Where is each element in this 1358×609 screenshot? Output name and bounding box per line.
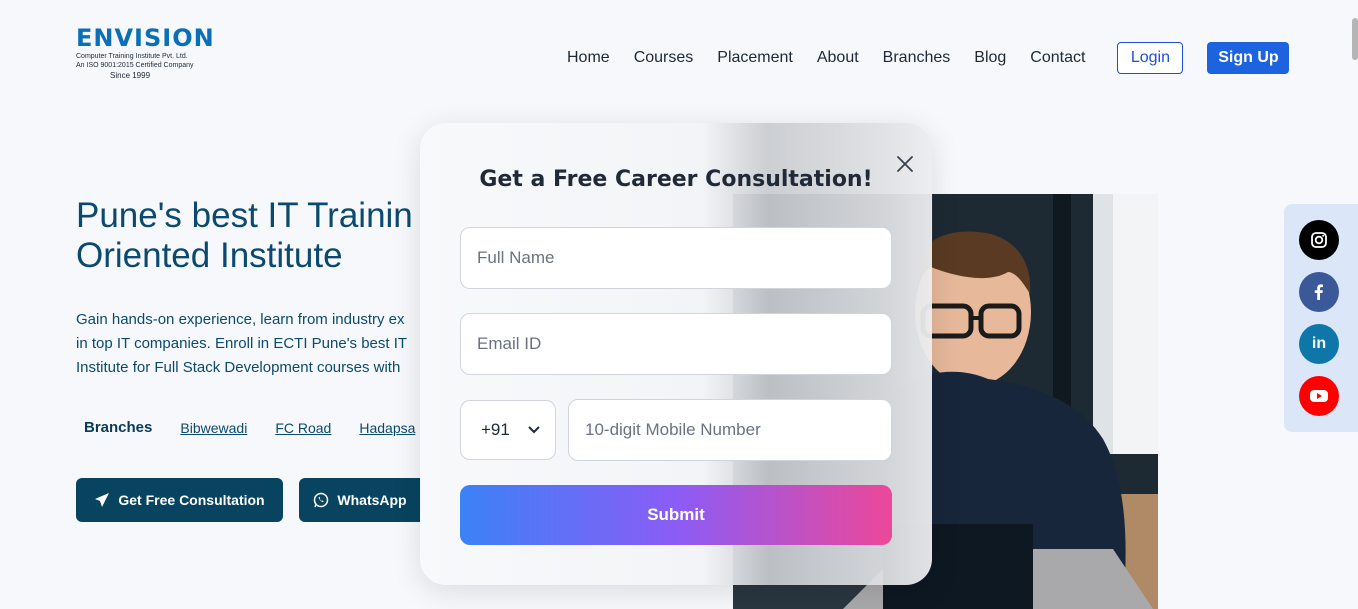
consultation-modal: Get a Free Career Consultation! Full Nam… bbox=[420, 123, 932, 585]
youtube-icon[interactable] bbox=[1299, 376, 1339, 416]
whatsapp-button[interactable]: WhatsApp bbox=[299, 478, 421, 522]
hero-title-line2: Oriented Institute bbox=[76, 236, 343, 275]
cta-primary-label: Get Free Consultation bbox=[118, 492, 265, 508]
hero-description: Gain hands-on experience, learn from ind… bbox=[76, 308, 436, 380]
branch-link-hadapsar[interactable]: Hadapsa bbox=[359, 420, 415, 436]
country-code-select[interactable]: +91 bbox=[460, 400, 556, 460]
instagram-icon[interactable] bbox=[1299, 220, 1339, 260]
submit-button[interactable]: Submit bbox=[460, 485, 892, 545]
linkedin-label: in bbox=[1311, 335, 1327, 352]
linkedin-icon[interactable]: in bbox=[1299, 324, 1339, 364]
modal-title: Get a Free Career Consultation! bbox=[479, 167, 873, 192]
brand-logo[interactable]: ENVISION Computer Training Institute Pvt… bbox=[76, 24, 215, 94]
nav-about[interactable]: About bbox=[817, 43, 859, 73]
email-input[interactable]: Email ID bbox=[460, 313, 892, 375]
full-name-placeholder: Full Name bbox=[477, 248, 555, 267]
hero-desc-line1: Gain hands-on experience, learn from ind… bbox=[76, 311, 405, 328]
email-placeholder: Email ID bbox=[477, 334, 542, 353]
nav-contact[interactable]: Contact bbox=[1030, 43, 1085, 73]
whatsapp-icon bbox=[314, 492, 329, 508]
chevron-down-icon bbox=[528, 426, 540, 434]
logo-since: Since 1999 bbox=[110, 71, 151, 80]
full-name-input[interactable]: Full Name bbox=[460, 227, 892, 289]
hero-desc-line2: in top IT companies. Enroll in ECTI Pune… bbox=[76, 335, 408, 352]
social-sidebar: in bbox=[1284, 204, 1358, 432]
page: ENVISION Computer Training Institute Pvt… bbox=[0, 0, 1358, 609]
nav-branches[interactable]: Branches bbox=[883, 43, 951, 73]
country-code-value: +91 bbox=[481, 420, 510, 439]
branch-link-bibwewadi[interactable]: Bibwewadi bbox=[180, 420, 247, 436]
nav-home[interactable]: Home bbox=[567, 43, 610, 73]
logo-wordmark: ENVISION bbox=[76, 24, 215, 52]
logo-tagline: Computer Training Institute Pvt. Ltd. bbox=[76, 53, 188, 60]
close-icon[interactable] bbox=[896, 155, 914, 173]
hero-desc-line3: Institute for Full Stack Development cou… bbox=[76, 359, 401, 376]
nav-blog[interactable]: Blog bbox=[974, 43, 1006, 73]
signup-button[interactable]: Sign Up bbox=[1207, 42, 1290, 74]
mobile-number-input[interactable]: 10-digit Mobile Number bbox=[568, 399, 892, 461]
logo-iso: An ISO 9001:2015 Certified Company bbox=[76, 62, 194, 69]
hero-title-line1: Pune's best IT Trainin bbox=[76, 196, 413, 235]
facebook-icon[interactable] bbox=[1299, 272, 1339, 312]
mobile-placeholder: 10-digit Mobile Number bbox=[585, 420, 761, 439]
scrollbar-thumb[interactable] bbox=[1352, 18, 1358, 60]
branches-label: Branches bbox=[84, 419, 153, 436]
login-button[interactable]: Login bbox=[1117, 42, 1184, 74]
get-free-consultation-button[interactable]: Get Free Consultation bbox=[76, 478, 283, 522]
hero-title: Pune's best IT Trainin Oriented Institut… bbox=[76, 196, 436, 276]
send-icon bbox=[95, 493, 110, 507]
branches-row: Branches Bibwewadi FC Road Hadapsa bbox=[76, 419, 426, 436]
nav-placement[interactable]: Placement bbox=[717, 43, 793, 73]
cta-whatsapp-label: WhatsApp bbox=[337, 492, 407, 508]
main-nav: Home Courses Placement About Branches Bl… bbox=[555, 42, 1290, 74]
nav-courses[interactable]: Courses bbox=[634, 43, 694, 73]
branch-link-fc-road[interactable]: FC Road bbox=[275, 420, 331, 436]
